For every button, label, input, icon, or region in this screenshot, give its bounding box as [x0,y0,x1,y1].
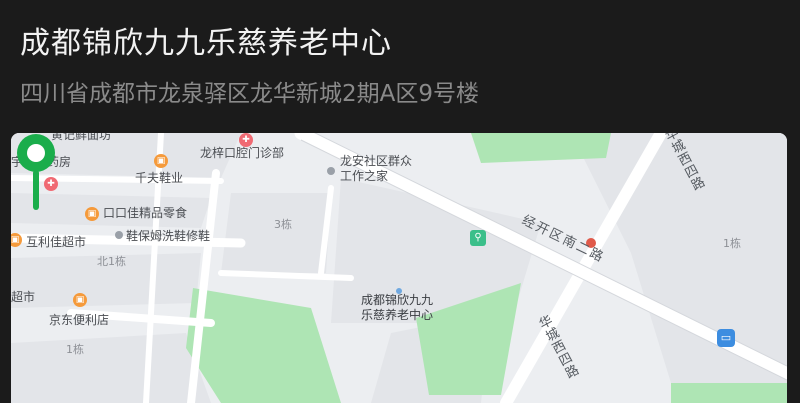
place-title: 成都锦欣九九乐慈养老中心 [20,26,392,61]
snack-shop-icon[interactable]: ▣ [85,207,99,221]
dental-icon[interactable]: ✚ [239,133,253,147]
building-label: 1栋 [723,237,741,250]
dot-icon [327,167,335,175]
poi-label[interactable]: 口口佳精品零食 [103,206,187,221]
restroom-icon[interactable]: ⚲ [470,230,486,246]
shopping-icon[interactable]: ▣ [154,154,168,168]
building-label: 3栋 [274,218,292,231]
poi-label[interactable]: 互利佳超市 [26,235,86,250]
poi-label[interactable]: 京东便利店 [49,313,109,328]
map-view[interactable]: ✚ ▣ ✚ ▣ ▣ ▣ ⚲ ▭ 黄记鲜面坊 宇诚大药房 千夫鞋业 龙梓口腔门诊部… [11,133,787,403]
bus-stop-icon[interactable]: ▭ [717,329,735,347]
location-pin-icon[interactable] [11,133,61,213]
target-place-label[interactable]: 成都锦欣九九 乐慈养老中心 [361,293,433,323]
place-header: 成都锦欣九九乐慈养老中心 四川省成都市龙泉驿区龙华新城2期A区9号楼 [0,0,800,133]
dot-icon [115,231,123,239]
building-label: 1栋 [66,343,84,356]
poi-label[interactable]: 超市 [11,290,35,305]
poi-label[interactable]: 千夫鞋业 [135,171,183,186]
building-label: 北1栋 [97,255,126,268]
place-address[interactable]: 四川省成都市龙泉驿区龙华新城2期A区9号楼 [20,74,479,108]
poi-label[interactable]: 鞋保姆洗鞋修鞋 [126,229,210,244]
poi-label[interactable]: 龙安社区群众 工作之家 [340,154,412,184]
convenience-store-icon[interactable]: ▣ [73,293,87,307]
poi-label[interactable]: 龙梓口腔门诊部 [200,146,284,161]
